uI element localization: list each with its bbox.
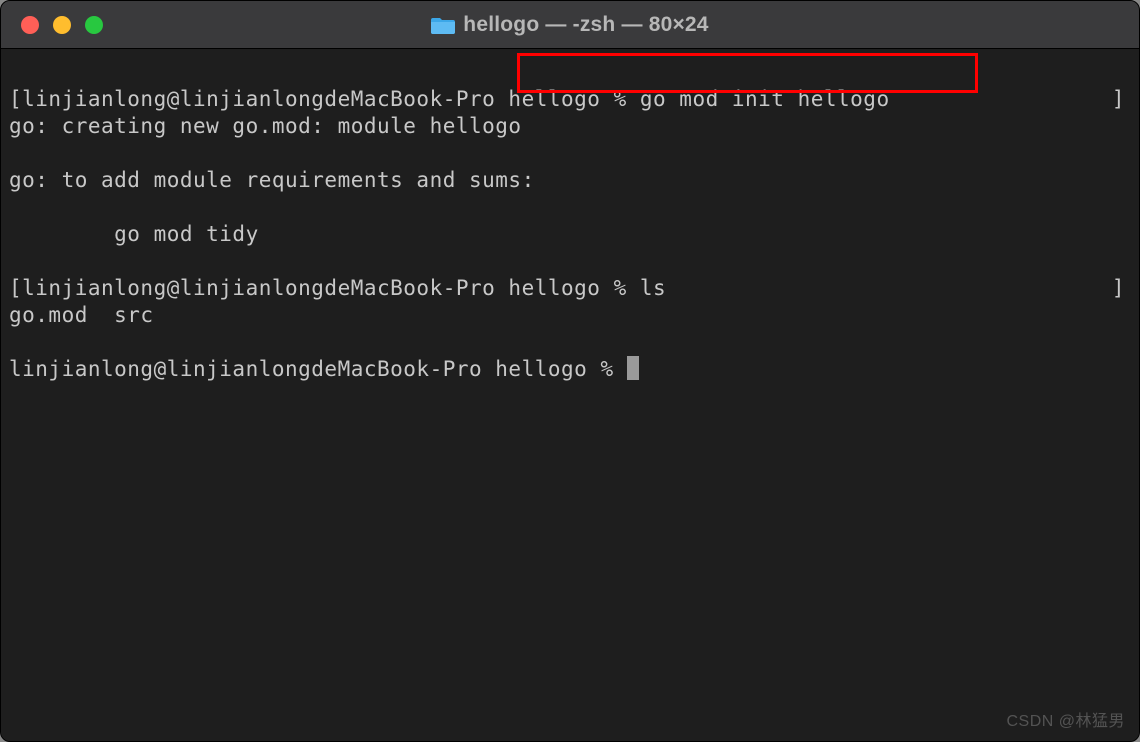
close-button[interactable]: [21, 16, 39, 34]
command-text: go mod init hellogo: [640, 87, 890, 111]
terminal-line: [linjianlong@linjianlongdeMacBook-Pro he…: [9, 86, 1131, 113]
terminal-line: linjianlong@linjianlongdeMacBook-Pro hel…: [9, 356, 1131, 383]
zoom-button[interactable]: [85, 16, 103, 34]
terminal-line: go mod tidy: [9, 221, 1131, 248]
cursor: [627, 356, 639, 380]
bracket-right: ]: [1112, 86, 1125, 113]
terminal-line: go.mod src: [9, 302, 1131, 329]
prompt-text: linjianlong@linjianlongdeMacBook-Pro hel…: [9, 357, 627, 381]
terminal-line: go: creating new go.mod: module hellogo: [9, 113, 1131, 140]
title-center: hellogo — -zsh — 80×24: [1, 13, 1139, 37]
traffic-lights: [1, 16, 103, 34]
command-text: ls: [640, 276, 666, 300]
terminal-line: [linjianlong@linjianlongdeMacBook-Pro he…: [9, 275, 1131, 302]
folder-icon: [431, 15, 455, 35]
terminal-body[interactable]: [linjianlong@linjianlongdeMacBook-Pro he…: [1, 49, 1139, 741]
prompt-text: [linjianlong@linjianlongdeMacBook-Pro he…: [9, 87, 640, 111]
watermark: CSDN @林猛男: [1006, 708, 1125, 735]
titlebar[interactable]: hellogo — -zsh — 80×24: [1, 1, 1139, 49]
prompt-text: [linjianlong@linjianlongdeMacBook-Pro he…: [9, 276, 640, 300]
window-title: hellogo — -zsh — 80×24: [463, 13, 708, 37]
minimize-button[interactable]: [53, 16, 71, 34]
bracket-right: ]: [1112, 275, 1125, 302]
terminal-line: go: to add module requirements and sums:: [9, 167, 1131, 194]
terminal-window: hellogo — -zsh — 80×24 [linjianlong@linj…: [0, 0, 1140, 742]
